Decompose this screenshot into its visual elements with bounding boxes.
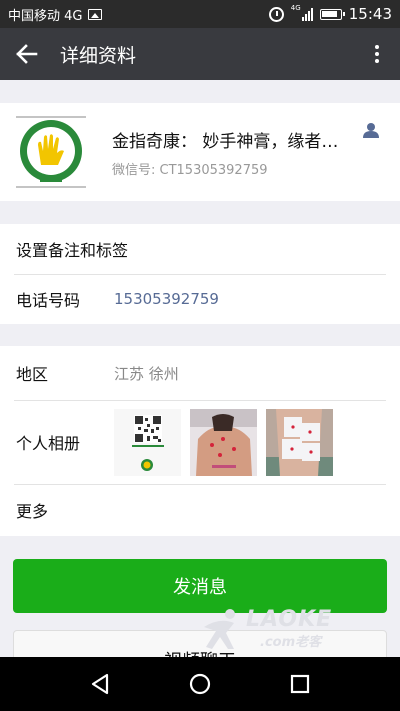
wechat-id: 微信号: CT15305392759 [112, 162, 268, 178]
region-value: 江苏 徐州 [114, 364, 179, 383]
nav-recents-button[interactable] [270, 657, 330, 711]
region-row: 地区 江苏 徐州 [0, 346, 400, 400]
album-thumbnails[interactable] [114, 408, 333, 476]
divider [14, 484, 386, 485]
alarm-icon [268, 6, 284, 22]
back-button[interactable] [0, 28, 54, 80]
status-bar: 中国移动 4G 4G 15:43 [0, 0, 400, 28]
nav-home-circle-icon [189, 673, 211, 695]
image-icon [88, 8, 103, 20]
album-label: 个人相册 [16, 434, 81, 453]
avatar-logo [14, 115, 88, 189]
set-remark-row[interactable]: 设置备注和标签 [0, 224, 400, 274]
carrier-group: 中国移动 4G [8, 5, 103, 24]
title-bar: 详细资料 [0, 28, 400, 80]
album-row[interactable]: 个人相册 [0, 400, 400, 484]
signal-icon: 4G [290, 3, 313, 21]
region-label: 地区 [16, 365, 49, 384]
battery-icon [319, 8, 345, 20]
network-badge: 4G [290, 3, 301, 12]
carrier-label: 中国移动 4G [8, 8, 83, 24]
divider [14, 400, 386, 401]
nav-back-button[interactable] [70, 657, 130, 711]
nav-recents-square-icon [290, 674, 310, 694]
contact-person-icon [363, 123, 379, 138]
back-arrow-icon [16, 44, 38, 64]
divider [14, 274, 386, 275]
android-nav-bar [0, 657, 400, 711]
avatar[interactable] [14, 115, 88, 189]
more-label: 更多 [16, 502, 49, 521]
more-vertical-icon[interactable] [354, 28, 400, 80]
watermark: LAOKE .com老客 [200, 607, 350, 651]
profile-card[interactable]: 金指奇康： 妙手神膏，缘者… 微信号: CT15305392759 [0, 103, 400, 201]
status-time: 15:43 [348, 5, 392, 23]
more-row[interactable]: 更多 [0, 484, 400, 536]
phone-number-link[interactable]: 15305392759 [114, 290, 219, 308]
watermark-domain: .com老客 [260, 635, 322, 650]
profile-name: 金指奇康： 妙手神膏，缘者… [112, 131, 339, 152]
profile-info: 金指奇康： 妙手神膏，缘者… 微信号: CT15305392759 [112, 127, 352, 178]
nav-back-triangle-icon [91, 673, 109, 695]
status-right: 4G 15:43 [268, 3, 392, 23]
section-details: 地区 江苏 徐州 个人相册 更多 [0, 346, 400, 536]
phone-row[interactable]: 电话号码 15305392759 [0, 274, 400, 324]
page-title: 详细资料 [60, 44, 137, 67]
watermark-figure-icon [204, 609, 235, 649]
watermark-brand: LAOKE [246, 607, 333, 632]
qr-code-thumb[interactable] [114, 408, 181, 476]
send-message-button[interactable]: 发消息 [13, 559, 387, 613]
set-remark-label: 设置备注和标签 [16, 241, 129, 260]
back-photo-thumb[interactable] [190, 408, 257, 476]
nav-home-button[interactable] [170, 657, 230, 711]
arm-photo-thumb[interactable] [266, 408, 333, 476]
section-remark-phone: 设置备注和标签 电话号码 15305392759 [0, 224, 400, 324]
phone-label: 电话号码 [16, 291, 81, 310]
